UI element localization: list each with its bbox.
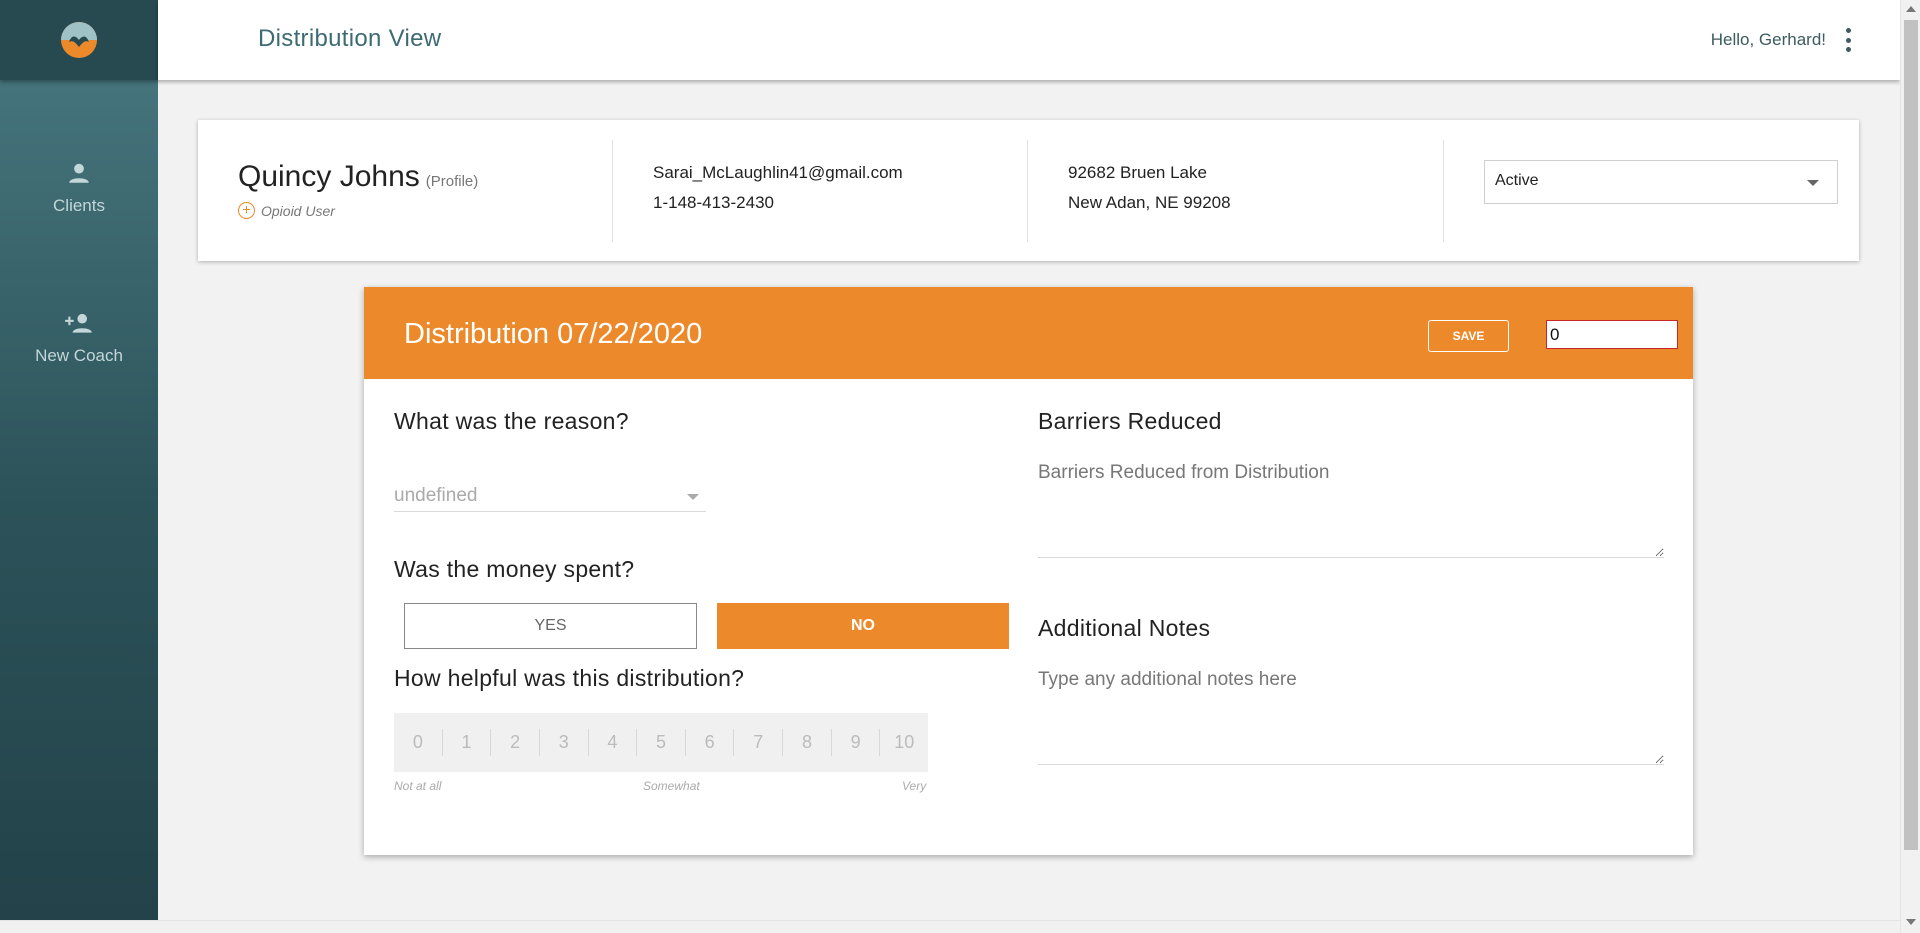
notes-textarea[interactable] [1038, 669, 1664, 765]
client-info-card: Quincy Johns (Profile) + Opioid User Sara… [198, 120, 1859, 261]
client-tag-label: Opioid User [261, 202, 335, 219]
logo-container [0, 0, 158, 80]
rating-option[interactable]: 0 [394, 729, 443, 756]
sidebar-item-new-coach[interactable]: New Coach [0, 310, 158, 366]
rating-option[interactable]: 6 [686, 729, 735, 756]
vertical-scrollbar[interactable] [1900, 0, 1920, 933]
reason-value: undefined [394, 485, 478, 506]
rating-option[interactable]: 5 [637, 729, 686, 756]
more-options-icon[interactable] [1842, 28, 1854, 52]
client-contact: Sarai_McLaughlin41@gmail.com 1-148-413-2… [653, 140, 1013, 242]
scale-label-high: Very [902, 779, 927, 793]
page-title: Distribution View [258, 25, 442, 52]
client-identity: Quincy Johns (Profile) + Opioid User [238, 140, 578, 242]
amount-input[interactable] [1546, 320, 1678, 349]
rating-option[interactable]: 7 [734, 729, 784, 756]
user-greeting: Hello, Gerhard! [1710, 30, 1826, 49]
distribution-header: Distribution 07/22/2020 SAVE [364, 287, 1693, 379]
helpful-question: How helpful was this distribution? [394, 665, 745, 691]
no-button[interactable]: NO [717, 603, 1009, 649]
yes-button[interactable]: YES [404, 603, 697, 649]
sidebar: Clients New Coach [0, 0, 158, 920]
address-line-1: 92682 Bruen Lake [1068, 163, 1207, 182]
rating-option[interactable]: 9 [832, 729, 881, 756]
divider [1443, 140, 1444, 242]
rating-scale: 0 1 2 3 4 5 6 7 8 9 10 [394, 713, 928, 772]
reason-select[interactable]: undefined [394, 482, 706, 512]
person-icon [69, 163, 89, 183]
person-add-icon [65, 313, 92, 333]
client-email: Sarai_McLaughlin41@gmail.com [653, 163, 903, 182]
client-tag: + Opioid User [238, 202, 578, 219]
rating-option[interactable]: 4 [589, 729, 638, 756]
chevron-down-icon [687, 494, 699, 500]
rating-option[interactable]: 2 [491, 729, 540, 756]
barriers-title: Barriers Reduced [1038, 408, 1222, 434]
rating-option[interactable]: 8 [783, 729, 832, 756]
divider [1027, 140, 1028, 242]
reason-question: What was the reason? [394, 408, 629, 434]
scroll-thumb[interactable] [1904, 20, 1918, 850]
divider [612, 140, 613, 242]
brand-logo[interactable] [59, 20, 99, 60]
status-value: Active [1495, 172, 1539, 189]
distribution-panel: Distribution 07/22/2020 SAVE What was th… [364, 287, 1693, 855]
distribution-title: Distribution 07/22/2020 [404, 318, 703, 350]
status-select[interactable]: Active [1484, 160, 1838, 204]
rating-option[interactable]: 10 [880, 729, 928, 756]
money-spent-question: Was the money spent? [394, 556, 635, 582]
top-bar: Distribution View Hello, Gerhard! [158, 0, 1900, 80]
horizontal-scrollbar[interactable] [0, 920, 1900, 933]
client-phone: 1-148-413-2430 [653, 193, 774, 212]
scale-label-low: Not at all [394, 779, 442, 793]
client-address: 92682 Bruen Lake New Adan, NE 99208 [1068, 140, 1428, 242]
client-name: Quincy Johns [238, 160, 420, 193]
profile-link[interactable]: (Profile) [426, 173, 479, 190]
save-button[interactable]: SAVE [1428, 320, 1509, 352]
notes-title: Additional Notes [1038, 615, 1211, 641]
scroll-up-icon[interactable] [1906, 6, 1916, 12]
sidebar-item-label: Clients [53, 196, 105, 215]
rating-option[interactable]: 3 [540, 729, 589, 756]
scale-label-mid: Somewhat [643, 779, 700, 793]
sidebar-item-clients[interactable]: Clients [0, 160, 158, 216]
sidebar-item-label: New Coach [35, 346, 123, 365]
scroll-down-icon[interactable] [1906, 919, 1916, 925]
chevron-down-icon [1807, 180, 1819, 186]
address-line-2: New Adan, NE 99208 [1068, 193, 1231, 212]
barriers-textarea[interactable] [1038, 462, 1664, 558]
rating-option[interactable]: 1 [443, 729, 492, 756]
add-circle-icon: + [238, 202, 255, 219]
